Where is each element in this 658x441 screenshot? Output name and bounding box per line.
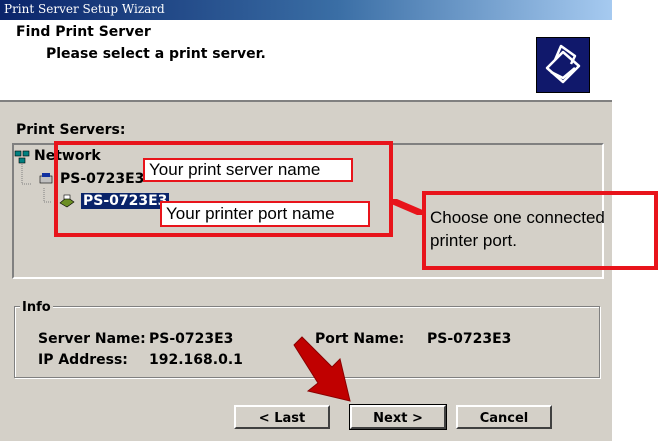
ip-address-value: 192.168.0.1 (149, 352, 243, 368)
port-name-callout: Your printer port name (160, 201, 370, 227)
ip-address-label: IP Address: (38, 352, 128, 368)
printer-icon (536, 37, 590, 93)
print-servers-label: Print Servers: (16, 122, 126, 138)
last-button[interactable]: < Last (234, 405, 330, 429)
server-name-label: Server Name: (38, 331, 146, 347)
server-name-callout: Your print server name (143, 158, 353, 182)
choose-port-line1: Choose one connected (430, 208, 605, 227)
title-bar: Print Server Setup Wizard (0, 0, 612, 20)
cancel-button[interactable]: Cancel (456, 405, 552, 429)
choose-port-line2: printer port. (430, 231, 517, 250)
port-name-value: PS-0723E3 (427, 331, 512, 347)
info-legend: Info (20, 300, 53, 315)
header-subtitle: Please select a print server. (46, 46, 266, 62)
choose-port-callout: Choose one connected printer port. (430, 206, 605, 252)
arrow-icon (288, 335, 358, 407)
connector-bar (389, 199, 425, 215)
window-title: Print Server Setup Wizard (4, 2, 165, 16)
server-name-value: PS-0723E3 (149, 331, 234, 347)
header-title: Find Print Server (16, 24, 151, 40)
network-icon (14, 149, 30, 164)
print-server-icon (38, 171, 54, 185)
next-button[interactable]: Next > (349, 404, 447, 430)
